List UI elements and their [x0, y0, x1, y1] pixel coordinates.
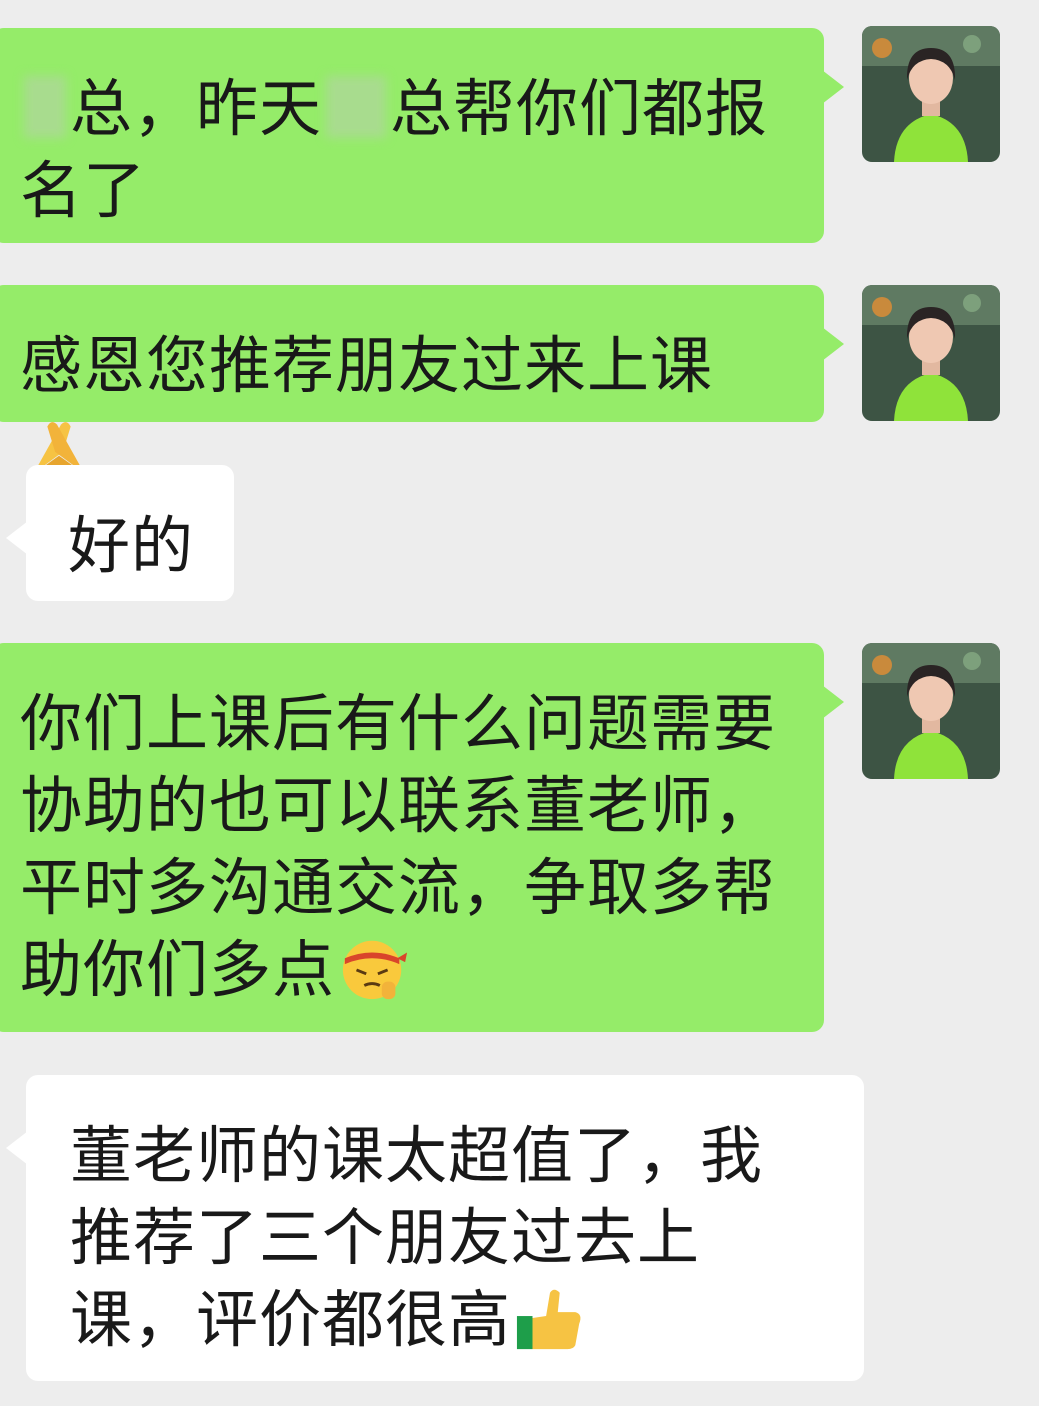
- message-bubble-sent[interactable]: 总，昨天 总帮你们都报名了: [0, 28, 844, 243]
- redacted-name-blur: [24, 76, 66, 138]
- message-bubble-sent[interactable]: 你们上课后有什么问题需要协助的也可以联系董老师，平时多沟通交流，争取多帮助你们多…: [0, 643, 844, 1032]
- message-bubble-received[interactable]: 好的: [6, 465, 234, 601]
- redacted-name-blur: [326, 76, 387, 138]
- user-avatar[interactable]: [862, 643, 1000, 779]
- headband-face-icon: [342, 940, 408, 1000]
- message-text: 董老师的课太超值了，我推荐了三个朋友过去上课，评价都很高: [70, 1119, 764, 1356]
- user-avatar[interactable]: [862, 26, 1000, 162]
- message-text: 好的: [68, 509, 195, 582]
- user-avatar[interactable]: [862, 285, 1000, 421]
- thumbs-up-icon: [516, 1289, 581, 1350]
- message-bubble-sent[interactable]: 感恩您推荐朋友过来上课: [0, 285, 844, 476]
- message-text: 总，昨天: [70, 72, 323, 145]
- message-text: 感恩您推荐朋友过来上课: [20, 329, 714, 402]
- message-bubble-received[interactable]: 董老师的课太超值了，我推荐了三个朋友过去上课，评价都很高: [6, 1075, 864, 1381]
